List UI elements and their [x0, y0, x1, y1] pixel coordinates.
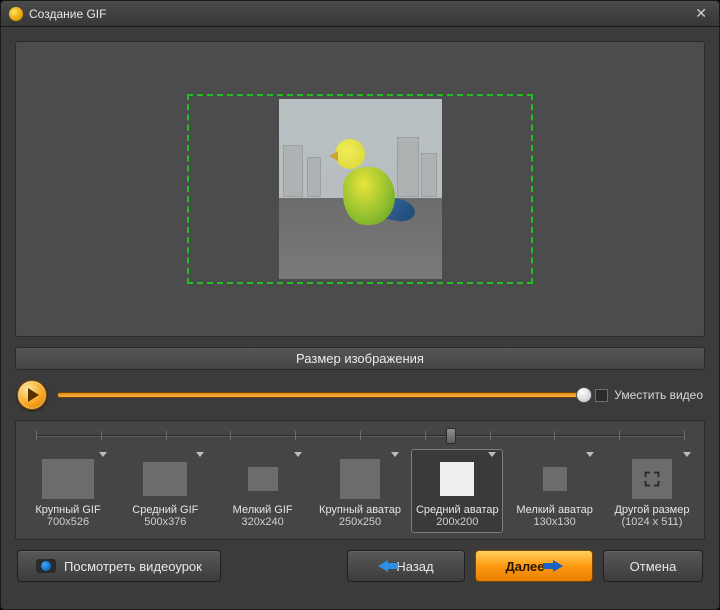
preset-dimensions: 700x526	[25, 516, 111, 528]
preset-name: Другой размер	[609, 504, 695, 516]
preset-dimensions: 250x250	[317, 516, 403, 528]
preset-large-gif[interactable]: Крупный GIF700x526	[22, 449, 114, 533]
next-label: Далее	[505, 559, 544, 574]
dropdown-icon[interactable]	[391, 452, 399, 457]
camera-icon	[36, 559, 56, 573]
preset-dimensions: 200x200	[414, 516, 500, 528]
close-icon[interactable]: ✕	[691, 5, 711, 22]
watch-tutorial-button[interactable]: Посмотреть видеоурок	[17, 550, 221, 582]
section-image-size: Размер изображения	[15, 347, 705, 370]
arrow-right-icon	[553, 560, 563, 572]
footer: Посмотреть видеоурок Назад Далее Отмена	[15, 550, 705, 584]
preset-medium-avatar[interactable]: Средний аватар200x200	[411, 449, 503, 533]
preset-dimensions: (1024 x 511)	[609, 516, 695, 528]
preset-thumb	[248, 467, 278, 491]
dropdown-icon[interactable]	[586, 452, 594, 457]
preset-name: Крупный GIF	[25, 504, 111, 516]
preset-thumb	[543, 467, 567, 491]
timeline-row: Уместить видео	[15, 380, 705, 410]
dropdown-icon[interactable]	[99, 452, 107, 457]
arrow-left-icon	[378, 560, 388, 572]
play-icon	[28, 388, 39, 402]
preset-thumb	[340, 459, 380, 499]
titlebar: Создание GIF ✕	[1, 1, 719, 27]
app-icon	[9, 7, 23, 21]
cancel-label: Отмена	[630, 559, 677, 574]
back-label: Назад	[396, 559, 433, 574]
cancel-button[interactable]: Отмена	[603, 550, 703, 582]
preset-dimensions: 500x376	[122, 516, 208, 528]
preset-small-avatar[interactable]: Мелкий аватар130x130	[509, 449, 601, 533]
dropdown-icon[interactable]	[488, 452, 496, 457]
expand-icon	[632, 459, 672, 499]
timeline-handle[interactable]	[576, 387, 592, 403]
back-button[interactable]: Назад	[347, 550, 465, 582]
zoom-handle[interactable]	[446, 428, 456, 444]
preset-name: Средний GIF	[122, 504, 208, 516]
preview-panel	[15, 41, 705, 337]
next-button[interactable]: Далее	[475, 550, 593, 582]
preset-name: Крупный аватар	[317, 504, 403, 516]
fit-video-checkbox[interactable]: Уместить видео	[595, 388, 703, 402]
gif-creation-dialog: Создание GIF ✕	[0, 0, 720, 610]
video-frame	[279, 99, 442, 279]
preset-other-size[interactable]: Другой размер(1024 x 511)	[606, 449, 698, 533]
play-button[interactable]	[17, 380, 47, 410]
dialog-body: Размер изображения Уместить видео Крупны…	[1, 27, 719, 609]
preset-small-gif[interactable]: Мелкий GIF320x240	[217, 449, 309, 533]
preset-name: Средний аватар	[414, 504, 500, 516]
preset-thumb	[440, 462, 474, 496]
crop-selection[interactable]	[187, 94, 533, 284]
dropdown-icon[interactable]	[683, 452, 691, 457]
preset-medium-gif[interactable]: Средний GIF500x376	[119, 449, 211, 533]
dropdown-icon[interactable]	[196, 452, 204, 457]
timeline-slider[interactable]	[57, 392, 585, 398]
preset-dimensions: 320x240	[220, 516, 306, 528]
watch-tutorial-label: Посмотреть видеоурок	[64, 559, 202, 574]
presets-panel: Крупный GIF700x526Средний GIF500x376Мелк…	[15, 420, 705, 540]
dropdown-icon[interactable]	[294, 452, 302, 457]
bird-art	[333, 137, 405, 233]
preset-thumb	[143, 462, 187, 496]
zoom-slider[interactable]	[36, 429, 684, 443]
window-title: Создание GIF	[29, 7, 691, 21]
preset-large-avatar[interactable]: Крупный аватар250x250	[314, 449, 406, 533]
preset-dimensions: 130x130	[512, 516, 598, 528]
checkbox-icon	[595, 389, 608, 402]
preset-name: Мелкий GIF	[220, 504, 306, 516]
preset-name: Мелкий аватар	[512, 504, 598, 516]
presets-row: Крупный GIF700x526Средний GIF500x376Мелк…	[22, 449, 698, 533]
fit-video-label: Уместить видео	[614, 388, 703, 402]
preset-thumb	[42, 459, 94, 499]
